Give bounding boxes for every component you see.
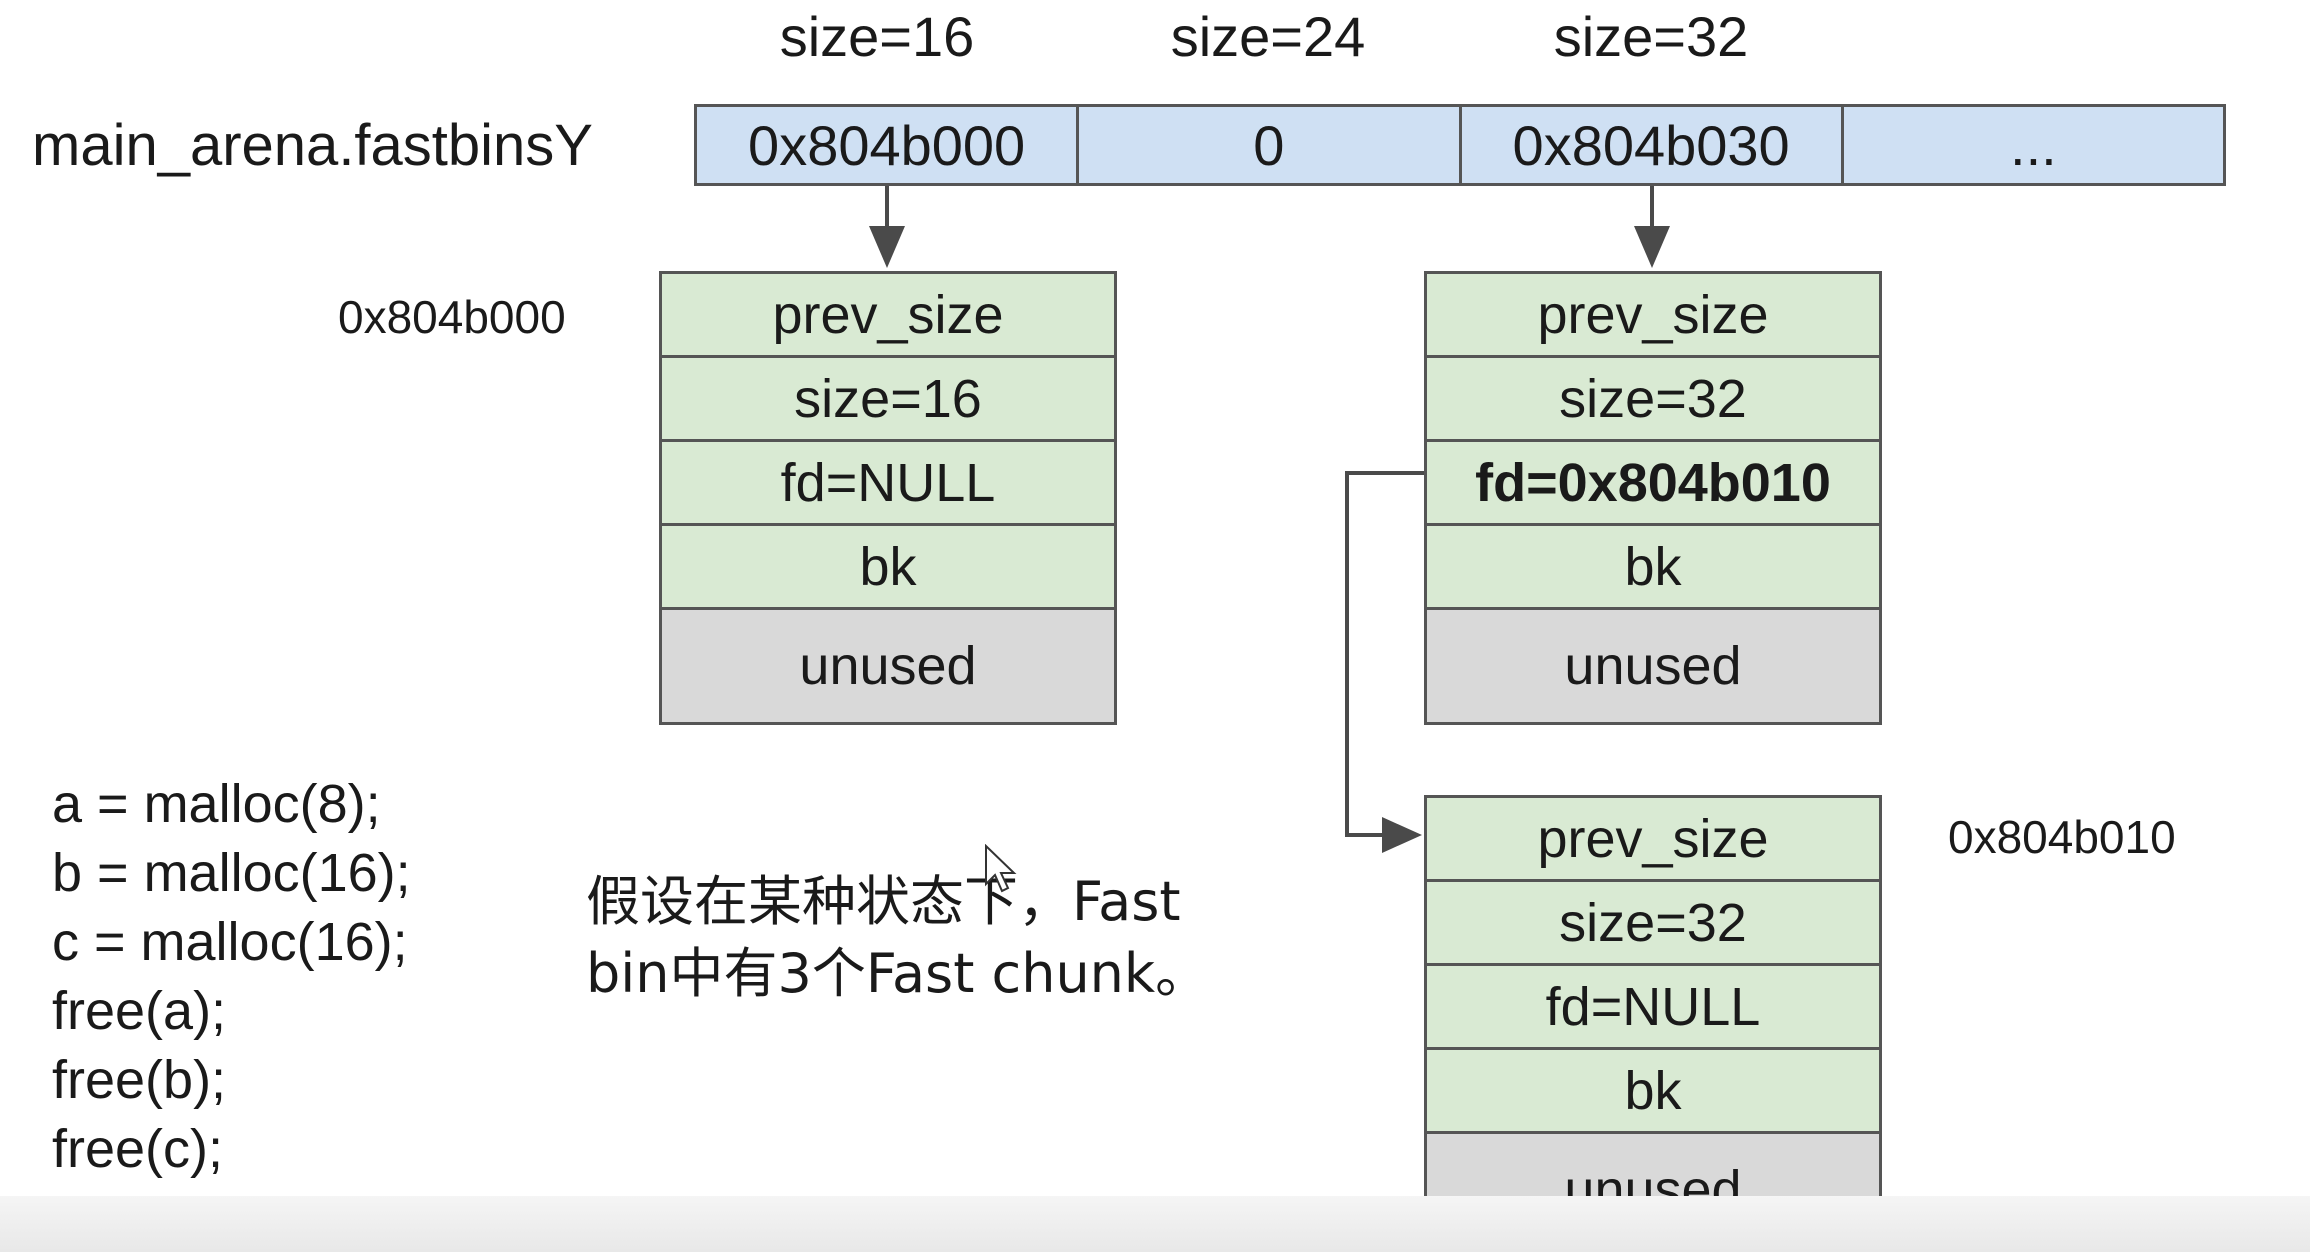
arrow-bin0-to-chunk-a [869,186,905,268]
code-line: a = malloc(8); [52,774,381,834]
explanation-note: 假设在某种状态下，Fast bin中有3个Fast chunk。 [586,866,1286,1010]
code-line: c = malloc(16); [52,912,408,972]
mouse-cursor-icon [985,844,1017,893]
arrow-fd-to-chunk-b [1345,471,1424,853]
code-line: free(b); [52,1050,227,1110]
note-line: 假设在某种状态下，Fast [586,870,1181,933]
code-line: free(a); [52,981,227,1041]
code-line: free(c); [52,1119,224,1179]
bottom-bar [0,1196,2310,1252]
arrow-bin2-to-chunk-c [1634,186,1670,268]
code-line: b = malloc(16); [52,843,411,903]
code-listing: a = malloc(8); b = malloc(16); c = mallo… [52,770,411,1184]
note-line: bin中有3个Fast chunk。 [586,942,1210,1005]
